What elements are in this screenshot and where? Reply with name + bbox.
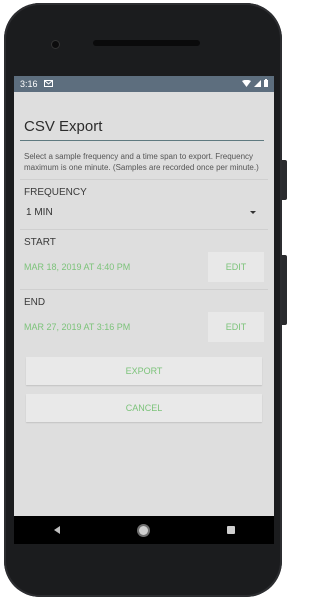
page-title: CSV Export [20,92,264,141]
navigation-bar [14,516,274,544]
start-date: MAR 18, 2019 AT 4:40 PM [24,262,131,272]
battery-icon [264,79,268,89]
frequency-label: FREQUENCY [24,187,87,198]
power-button [282,255,287,325]
frequency-section: FREQUENCY 1 MIN [20,179,268,223]
csv-export-panel: CSV Export Select a sample frequency and… [14,92,274,516]
start-section: START MAR 18, 2019 AT 4:40 PM EDIT [20,229,268,283]
cancel-button[interactable]: CANCEL [26,394,262,422]
phone-frame: 3:16 CSV Export Select a sample frequenc [0,0,287,600]
status-time: 3:16 [20,79,38,89]
signal-icon [254,79,261,89]
home-icon[interactable] [138,525,148,535]
frequency-value: 1 MIN [26,206,53,218]
back-icon[interactable] [53,526,60,534]
wifi-icon [242,79,251,89]
volume-button [282,160,287,200]
end-date: MAR 27, 2019 AT 3:16 PM [24,322,131,332]
app-screen: 3:16 CSV Export Select a sample frequenc [14,76,274,516]
description-text: Select a sample frequency and a time spa… [24,152,259,172]
message-icon [43,79,53,89]
status-bar: 3:16 [14,76,274,92]
earpiece-speaker [93,40,200,46]
dropdown-arrow-icon [250,210,256,214]
start-label: START [24,237,56,248]
export-button[interactable]: EXPORT [26,357,262,385]
end-section: END MAR 27, 2019 AT 3:16 PM EDIT [20,289,268,343]
front-camera [52,41,59,48]
end-label: END [24,297,46,308]
frequency-dropdown[interactable]: 1 MIN [24,201,264,223]
start-edit-button[interactable]: EDIT [208,252,264,282]
end-edit-button[interactable]: EDIT [208,312,264,342]
recent-apps-icon[interactable] [226,526,235,534]
